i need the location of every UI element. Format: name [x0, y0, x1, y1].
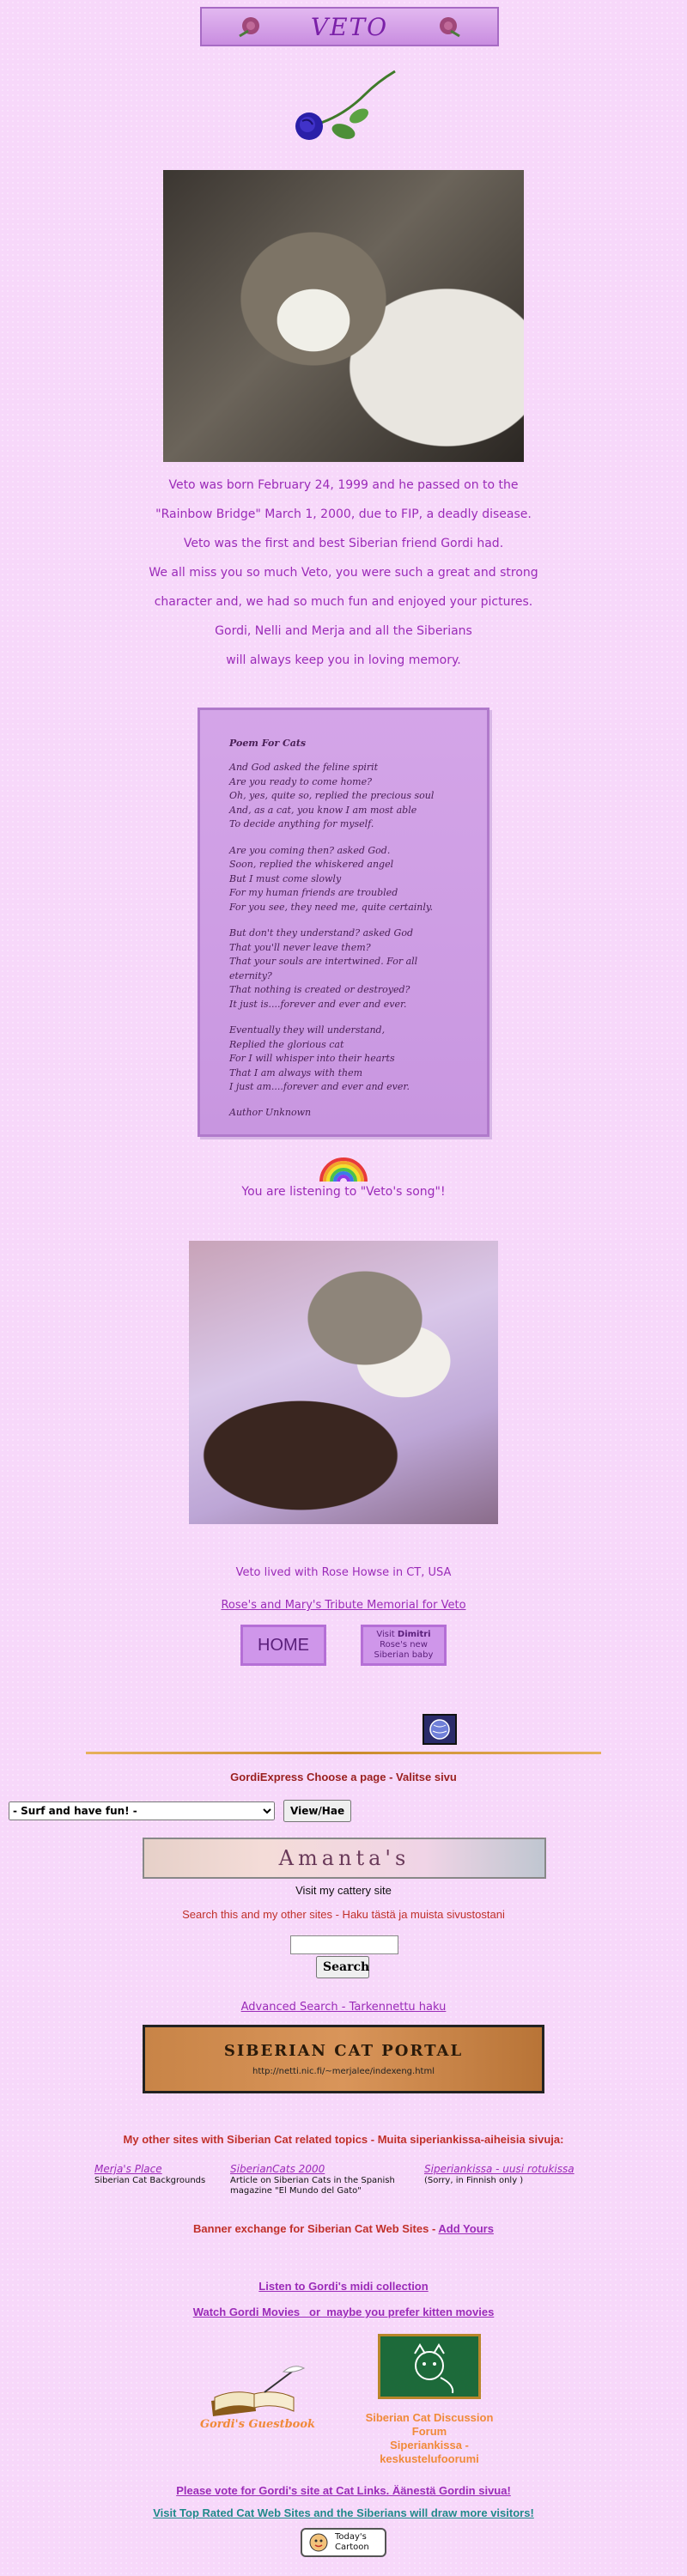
top-rated-link[interactable]: Visit Top Rated Cat Web Sites and the Si…: [153, 2506, 534, 2519]
guestbook-label[interactable]: Gordi's Guestbook: [189, 2418, 326, 2431]
portal-title: SIBERIAN CAT PORTAL: [223, 2042, 464, 2060]
other-site-link[interactable]: SiberianCats 2000: [230, 2164, 410, 2174]
forum-line: keskustelufoorumi: [380, 2452, 479, 2465]
other-site-item: SiberianCats 2000 Article on Siberian Ca…: [230, 2164, 410, 2196]
cartoon-icon: [309, 2533, 328, 2552]
veto-photo: [163, 170, 524, 462]
choose-page-heading: GordiExpress Choose a page - Valitse siv…: [230, 1771, 457, 1783]
other-sites-heading: My other sites with Siberian Cat related…: [123, 2133, 564, 2146]
other-site-item: Siperiankissa - uusi rotukissa (Sorry, i…: [424, 2164, 596, 2186]
cattery-banner[interactable]: Amanta's: [143, 1838, 546, 1879]
bio-line: Veto was the first and best Siberian fri…: [183, 537, 504, 550]
movies-link[interactable]: Watch Gordi Movies or maybe you prefer k…: [193, 2306, 495, 2318]
rose-icon: [295, 70, 396, 140]
home-label: HOME: [258, 1635, 309, 1655]
cattery-caption: Visit my cattery site: [295, 1884, 392, 1897]
other-site-link[interactable]: Merja's Place: [94, 2164, 215, 2174]
visit-dimitri-button[interactable]: Visit Dimitri Rose's new Siberian baby: [361, 1625, 447, 1666]
cartoon-label: Today's: [335, 2532, 367, 2542]
search-heading: Search this and my other sites - Haku tä…: [182, 1908, 505, 1921]
poem-stanza: And God asked the feline spirit Are you …: [229, 762, 435, 829]
visit-line: Siberian baby: [374, 1650, 434, 1660]
guestbook-icon[interactable]: [204, 2363, 307, 2418]
bio-line: "Rainbow Bridge" March 1, 2000, due to F…: [155, 507, 532, 521]
add-yours-link[interactable]: Add Yours: [438, 2222, 494, 2235]
visit-line: Rose's new: [380, 1640, 428, 1649]
other-site-desc: (Sorry, in Finnish only ): [424, 2176, 524, 2185]
cartoon-button[interactable]: Today's Cartoon: [301, 2528, 386, 2557]
other-site-desc: Siberian Cat Backgrounds: [94, 2176, 206, 2185]
globe-icon[interactable]: [423, 1714, 457, 1745]
banner-exchange-text: Banner exchange for Siberian Cat Web Sit…: [193, 2222, 439, 2235]
page-select[interactable]: - Surf and have fun! -: [9, 1801, 275, 1820]
veto-photo: [189, 1241, 498, 1524]
midi-link[interactable]: Listen to Gordi's midi collection: [258, 2280, 428, 2293]
poem-stanza: Are you coming then? asked God. Soon, re…: [229, 844, 434, 913]
poem-title: Poem For Cats: [229, 738, 307, 749]
title-banner: VETO: [200, 7, 499, 46]
forum-board-icon[interactable]: [378, 2334, 481, 2399]
bio-line: We all miss you so much Veto, you were s…: [149, 566, 538, 580]
rose-icon: [440, 17, 460, 38]
other-site-item: Merja's Place Siberian Cat Backgrounds: [94, 2164, 215, 2186]
poem-author: Author Unknown: [229, 1106, 312, 1118]
bio-line: character and, we had so much fun and en…: [154, 595, 533, 609]
banner-exchange: Banner exchange for Siberian Cat Web Sit…: [0, 2222, 687, 2235]
forum-link[interactable]: Siberian Cat Discussion Forum Siperianki…: [344, 2411, 515, 2466]
poem-stanza: Eventually they will understand, Replied…: [229, 1024, 410, 1092]
advanced-search-link[interactable]: Advanced Search - Tarkennettu haku: [241, 2001, 447, 2014]
other-site-link[interactable]: Siperiankissa - uusi rotukissa: [424, 2164, 596, 2174]
cat-drawing-icon: [414, 2343, 454, 2394]
bio-line: Veto was born February 24, 1999 and he p…: [168, 478, 519, 492]
cartoon-label: Cartoon: [335, 2543, 369, 2552]
cattery-banner-text: Amanta's: [278, 1846, 410, 1870]
globe-icon: [429, 1719, 450, 1740]
portal-banner[interactable]: SIBERIAN CAT PORTAL http://netti.nic.fi/…: [143, 2025, 544, 2093]
other-site-desc: Article on Siberian Cats in the Spanish …: [230, 2176, 395, 2196]
forum-line: Siperiankissa -: [390, 2439, 469, 2451]
bio-line: will always keep you in loving memory.: [226, 653, 461, 667]
vote-link[interactable]: Please vote for Gordi's site at Cat Link…: [176, 2484, 511, 2497]
view-button[interactable]: View/Hae: [283, 1800, 352, 1822]
home-button[interactable]: HOME: [240, 1625, 326, 1666]
forum-line: Siberian Cat Discussion: [365, 2411, 494, 2424]
rose-icon: [239, 17, 259, 38]
memorial-link[interactable]: Rose's and Mary's Tribute Memorial for V…: [221, 1599, 465, 1612]
dimitri-name: Dimitri: [397, 1630, 431, 1639]
portal-url: http://netti.nic.fi/~merjalee/indexeng.h…: [252, 2067, 435, 2076]
visit-label: Visit: [376, 1630, 398, 1639]
rainbow-icon: [319, 1157, 368, 1182]
page-title: VETO: [310, 12, 389, 41]
forum-line: Forum: [411, 2425, 447, 2438]
divider: [86, 1752, 601, 1754]
lived-text: Veto lived with Rose Howse in CT, USA: [235, 1566, 452, 1579]
song-text: You are listening to "Veto's song"!: [241, 1185, 446, 1199]
search-button[interactable]: Search: [316, 1956, 369, 1978]
bio-line: Gordi, Nelli and Merja and all the Siber…: [215, 624, 472, 638]
poem-box: Poem For Cats And God asked the feline s…: [198, 708, 489, 1137]
search-input[interactable]: [290, 1935, 398, 1954]
memorial-text: Veto was born February 24, 1999 and he p…: [0, 471, 687, 675]
poem-stanza: But don't they understand? asked God Tha…: [229, 927, 418, 1010]
